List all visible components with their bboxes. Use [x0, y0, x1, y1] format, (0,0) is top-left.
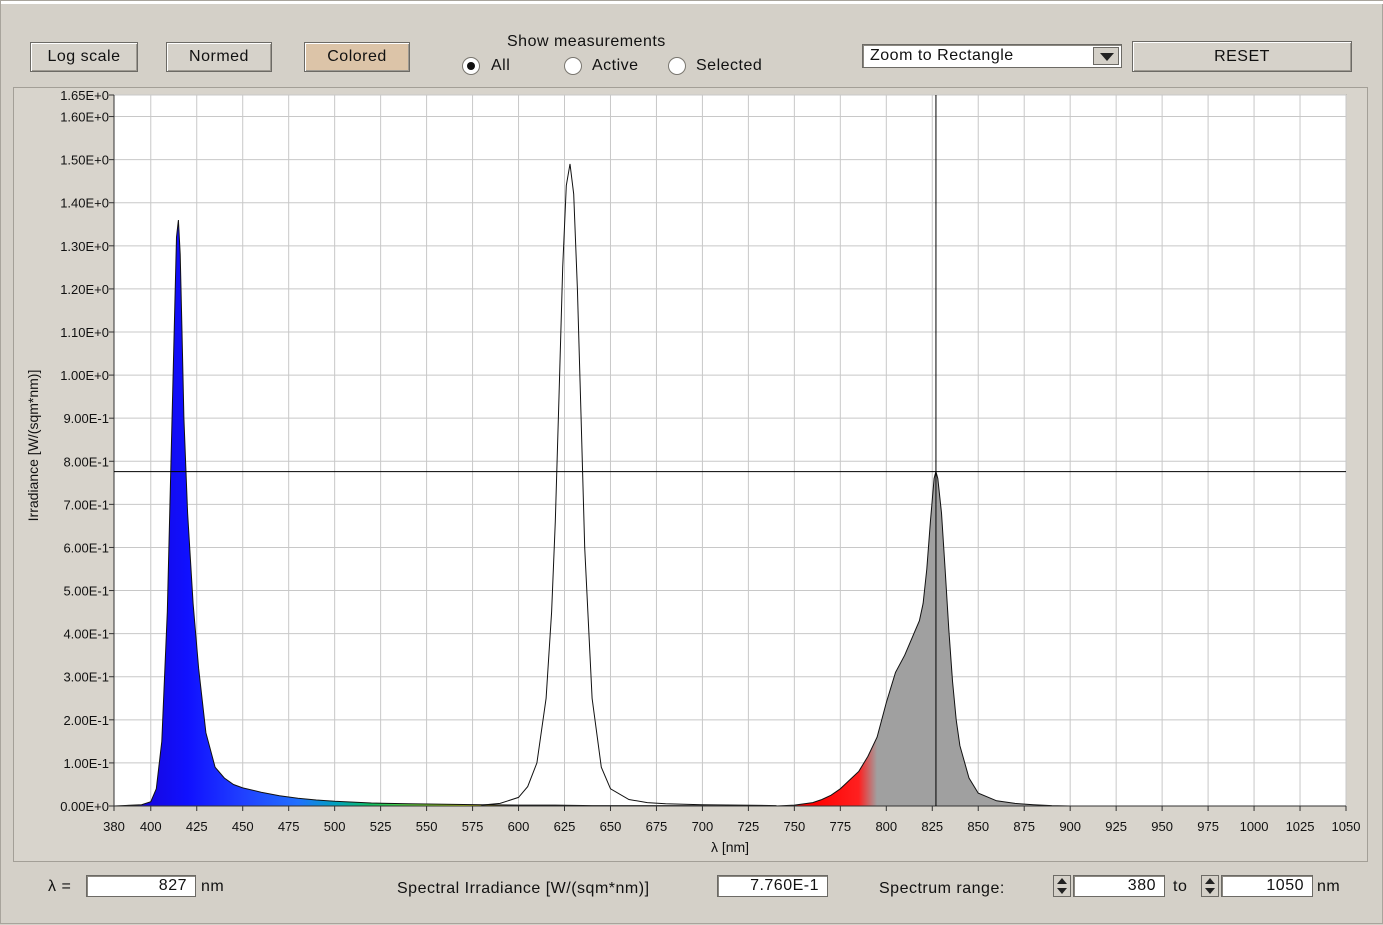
x-tick-label: 525	[370, 819, 392, 834]
spectrum-chart[interactable]: 380 400 425 450 475 500 525 550 575 600 625 650 675 7…	[1, 1, 1383, 925]
x-tick-label: 925	[1105, 819, 1127, 834]
plot-background	[113, 94, 1347, 807]
y-tick-label: 1.20E+0	[60, 282, 109, 297]
x-tick-label: 975	[1197, 819, 1219, 834]
x-tick-label: 425	[186, 819, 208, 834]
y-tick-label: 1.60E+0	[60, 110, 109, 125]
x-tick-label: 475	[278, 819, 300, 834]
x-tick-label: 550	[416, 819, 438, 834]
y-tick-label: 5.00E-1	[63, 584, 109, 599]
y-tick-label: 3.00E-1	[63, 670, 109, 685]
range-unit-label: nm	[1317, 878, 1341, 895]
arrow-down-icon[interactable]	[1057, 888, 1067, 894]
x-tick-label: 825	[921, 819, 943, 834]
y-axis-label: Irradiance [W/(sqm*nm)]	[25, 370, 41, 522]
x-tick-label: 875	[1013, 819, 1035, 834]
y-tick-label: 7.00E-1	[63, 497, 109, 512]
range-to-field[interactable]: 1050	[1221, 875, 1313, 897]
y-tick-label: 1.40E+0	[60, 196, 109, 211]
x-tick-label: 600	[508, 819, 530, 834]
y-tick-label: 4.00E-1	[63, 627, 109, 642]
y-tick-label: 1.50E+0	[60, 153, 109, 168]
y-tick-label: 0.00E+0	[60, 799, 109, 814]
lambda-label: λ =	[48, 878, 72, 895]
y-tick-label: 6.00E-1	[63, 540, 109, 555]
x-tick-label: 450	[232, 819, 254, 834]
x-tick-label: 500	[324, 819, 346, 834]
x-tick-label: 700	[692, 819, 714, 834]
y-tick-label: 1.00E+0	[60, 368, 109, 383]
y-tick-label: 8.00E-1	[63, 454, 109, 469]
arrow-up-icon[interactable]	[1057, 878, 1067, 884]
x-tick-label: 900	[1059, 819, 1081, 834]
x-tick-label: 575	[462, 819, 484, 834]
x-tick-label: 400	[140, 819, 162, 834]
y-tick-label: 1.10E+0	[60, 325, 109, 340]
x-tick-label: 725	[738, 819, 760, 834]
x-axis-label: λ [nm]	[711, 839, 749, 855]
spectrum-range-label: Spectrum range:	[879, 880, 1005, 897]
arrow-up-icon[interactable]	[1205, 878, 1215, 884]
arrow-down-icon[interactable]	[1205, 888, 1215, 894]
x-tick-label: 1050	[1332, 819, 1361, 834]
x-tick-label: 1000	[1240, 819, 1269, 834]
lambda-unit: nm	[201, 878, 225, 895]
range-to-label: to	[1173, 878, 1188, 895]
range-from-spinner[interactable]	[1053, 875, 1071, 897]
range-from-field[interactable]: 380	[1073, 875, 1165, 897]
x-tick-label: 675	[646, 819, 668, 834]
y-tick-label: 9.00E-1	[63, 411, 109, 426]
x-tick-label: 650	[600, 819, 622, 834]
y-tick-label: 2.00E-1	[63, 713, 109, 728]
y-tick-label: 1.65E+0	[60, 88, 109, 103]
lambda-field[interactable]: 827	[86, 875, 196, 897]
irradiance-label: Spectral Irradiance [W/(sqm*nm)]	[397, 880, 650, 897]
y-tick-label: 1.30E+0	[60, 239, 109, 254]
x-tick-label: 750	[784, 819, 806, 834]
x-tick-label: 775	[829, 819, 851, 834]
range-to-spinner[interactable]	[1201, 875, 1219, 897]
irradiance-field[interactable]: 7.760E-1	[717, 875, 828, 897]
x-tick-label: 1025	[1286, 819, 1315, 834]
x-tick-label: 800	[875, 819, 897, 834]
x-tick-label: 950	[1151, 819, 1173, 834]
x-tick-label: 625	[554, 819, 576, 834]
x-tick-label: 850	[967, 819, 989, 834]
app-window: Log scale Normed Colored Show measuremen…	[0, 0, 1383, 924]
y-tick-label: 1.00E-1	[63, 756, 109, 771]
x-tick-label: 380	[103, 819, 125, 834]
